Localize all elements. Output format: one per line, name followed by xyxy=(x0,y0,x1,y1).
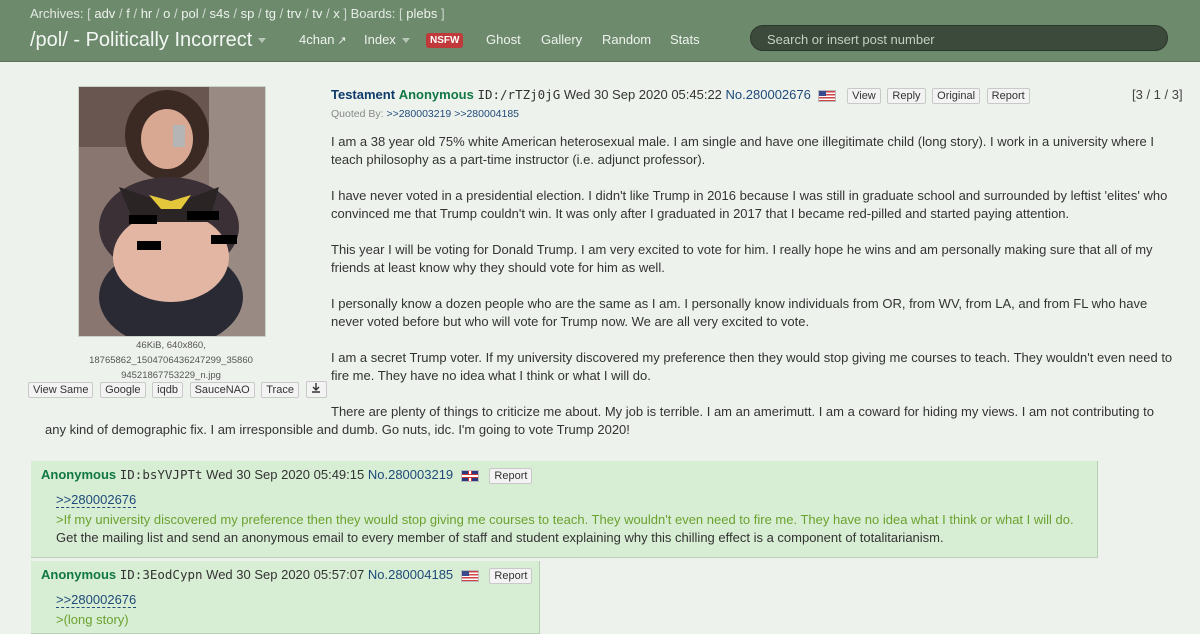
nsfw-badge[interactable]: NSFW xyxy=(426,33,464,48)
post-datetime: Wed 30 Sep 2020 05:57:07 xyxy=(206,567,365,582)
post-subject: Testament xyxy=(331,87,396,102)
nav-index-dropdown[interactable]: Index xyxy=(364,32,410,47)
quoted-by: Quoted By: >>280003219 >>280004185 xyxy=(331,108,519,120)
board-title[interactable]: /pol/ - Politically Incorrect xyxy=(30,29,267,52)
search-input[interactable] xyxy=(765,29,1159,49)
poster-id[interactable]: ID:3EodCypn xyxy=(120,567,203,582)
thread-counts: [3 / 1 / 3] xyxy=(1132,87,1183,102)
op-paragraph: I am a secret Trump voter. If my univers… xyxy=(331,350,1173,383)
nav-4chan-link[interactable]: 4chan ↗ xyxy=(299,32,347,47)
op-paragraph: I am a 38 year old 75% white American he… xyxy=(331,134,1155,167)
nav-stats-link[interactable]: Stats xyxy=(670,32,700,47)
archives-nav: Archives: [ adv / f / hr / o / pol / s4s… xyxy=(30,6,445,21)
archive-link-s4s[interactable]: s4s xyxy=(209,6,229,21)
google-search-button[interactable]: Google xyxy=(100,382,146,398)
file-info-size: 46KiB, 640x860, xyxy=(136,340,206,351)
archive-link-f[interactable]: f xyxy=(126,6,130,21)
archive-link-pol[interactable]: pol xyxy=(181,6,198,21)
nav-4chan-label: 4chan xyxy=(299,32,335,47)
file-info: 46KiB, 640x860, 18765862_150470643624729… xyxy=(28,338,314,383)
greentext-quote: >(long story) xyxy=(56,612,129,627)
gb-flag-icon xyxy=(460,469,479,482)
greentext-quote: >If my university discovered my preferen… xyxy=(56,512,1074,527)
op-paragraph: There are plenty of things to criticize … xyxy=(331,404,1154,419)
archives-label: Archives: xyxy=(30,6,84,21)
nav-ghost-link[interactable]: Ghost xyxy=(486,32,521,47)
us-flag-icon xyxy=(818,89,837,102)
poster-name: Anonymous xyxy=(41,467,117,482)
nav-random-link[interactable]: Random xyxy=(602,32,651,47)
op-post-header: Testament Anonymous ID:/rTZj0jG Wed 30 S… xyxy=(331,87,1030,104)
post-number-link[interactable]: No.280004185 xyxy=(368,567,453,582)
search-box xyxy=(750,25,1168,51)
file-info-name: 18765862_1504706436247299_35860 xyxy=(89,355,253,366)
archive-link-tg[interactable]: tg xyxy=(265,6,276,21)
us-flag-icon xyxy=(460,569,479,582)
backlink[interactable]: >>280003219 xyxy=(386,108,451,120)
post-number-link[interactable]: No.280003219 xyxy=(368,467,453,482)
post-number-link[interactable]: No.280002676 xyxy=(726,87,811,102)
archive-link-trv[interactable]: trv xyxy=(287,6,301,21)
download-icon xyxy=(312,383,321,393)
archive-link-o[interactable]: o xyxy=(163,6,170,21)
quote-link[interactable]: >>280002676 xyxy=(56,493,137,508)
backlink[interactable]: >>280004185 xyxy=(454,108,519,120)
op-paragraph: This year I will be voting for Donald Tr… xyxy=(331,242,1153,275)
download-button[interactable] xyxy=(305,381,327,398)
poster-id[interactable]: ID:/rTZj0jG xyxy=(477,87,560,102)
poster-id[interactable]: ID:bsYVJPTt xyxy=(120,467,203,482)
report-button[interactable]: Report xyxy=(489,468,533,484)
op-paragraph-continued: any kind of demographic fix. I am irresp… xyxy=(45,422,630,437)
nav-index-label: Index xyxy=(364,32,396,47)
external-link-icon: ↗ xyxy=(337,35,347,47)
boards-label: Boards: xyxy=(350,6,396,21)
reply-text: Get the mailing list and send an anonymo… xyxy=(56,530,944,545)
archive-link-tv[interactable]: tv xyxy=(312,6,322,21)
post-thumbnail[interactable] xyxy=(78,86,266,337)
quoted-by-label: Quoted By: xyxy=(331,108,384,120)
chevron-down-icon xyxy=(258,38,267,44)
reply-header: Anonymous ID:3EodCypn Wed 30 Sep 2020 05… xyxy=(41,567,533,584)
archive-link-x[interactable]: x xyxy=(333,6,340,21)
poster-name: Anonymous xyxy=(398,87,474,102)
report-button[interactable]: Report xyxy=(986,88,1030,104)
reply-post: Anonymous ID:3EodCypn Wed 30 Sep 2020 05… xyxy=(31,561,540,634)
board-title-text: /pol/ - Politically Incorrect xyxy=(30,29,253,51)
quote-link[interactable]: >>280002676 xyxy=(56,593,137,608)
board-link-plebs[interactable]: plebs xyxy=(406,6,437,21)
view-button[interactable]: View xyxy=(847,88,881,104)
reply-button[interactable]: Reply xyxy=(887,88,926,104)
archive-link-sp[interactable]: sp xyxy=(241,6,255,21)
iqdb-search-button[interactable]: iqdb xyxy=(152,382,183,398)
op-paragraph: I personally know a dozen people who are… xyxy=(331,296,1148,329)
reply-post: Anonymous ID:bsYVJPTt Wed 30 Sep 2020 05… xyxy=(31,461,1098,558)
post-datetime: Wed 30 Sep 2020 05:49:15 xyxy=(206,467,365,482)
post-datetime: Wed 30 Sep 2020 05:45:22 xyxy=(563,87,722,102)
archive-link-adv[interactable]: adv xyxy=(94,6,115,21)
original-button[interactable]: Original xyxy=(932,88,981,104)
reply-header: Anonymous ID:bsYVJPTt Wed 30 Sep 2020 05… xyxy=(41,467,533,484)
nav-gallery-link[interactable]: Gallery xyxy=(541,32,582,47)
chevron-down-icon xyxy=(401,38,410,44)
report-button[interactable]: Report xyxy=(489,568,533,584)
thumbnail-image xyxy=(79,87,265,336)
op-paragraph: I have never voted in a presidential ele… xyxy=(331,188,1168,221)
top-header: Archives: [ adv / f / hr / o / pol / s4s… xyxy=(0,0,1200,62)
file-search-buttons: View Same Google iqdb SauceNAO Trace xyxy=(28,381,330,398)
trace-search-button[interactable]: Trace xyxy=(261,382,299,398)
archive-link-hr[interactable]: hr xyxy=(141,6,153,21)
saucenao-search-button[interactable]: SauceNAO xyxy=(189,382,255,398)
view-same-button[interactable]: View Same xyxy=(28,382,94,398)
poster-name: Anonymous xyxy=(41,567,117,582)
